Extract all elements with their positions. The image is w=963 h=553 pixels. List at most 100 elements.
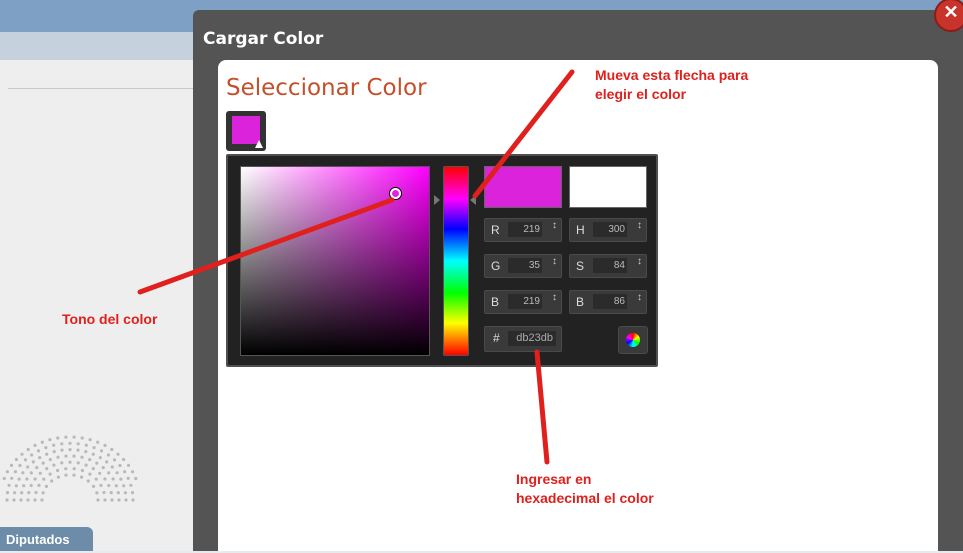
tab-diputados[interactable]: Diputados [0,527,93,551]
seat-dot [35,466,39,470]
seat-dot [92,446,96,450]
seat-dot [117,498,121,502]
seat-dot [95,461,99,465]
seat-dot [76,448,80,452]
seat-dot [72,454,76,458]
seat-dot [44,484,49,488]
seat-dot [33,477,37,481]
seat-dot [110,447,114,452]
spinner-icon[interactable]: ↕ [637,220,642,231]
seat-dot [36,449,41,453]
seat-dot [33,498,37,502]
seat-dot [115,471,119,475]
seat-dot [131,470,135,474]
brightness-value-input[interactable]: 86 [593,294,627,309]
seat-dot [103,477,107,481]
seat-dot [5,491,10,495]
spinner-icon[interactable]: ↕ [552,220,557,231]
seat-dot [9,463,14,467]
green-field[interactable]: G 35 ↕ [484,254,562,278]
saturation-value-field[interactable] [240,166,430,356]
seat-dot [126,476,130,480]
brightness-label: B [576,295,585,309]
color-wheel-icon [626,333,640,347]
seat-dot [126,463,131,467]
seat-dot [52,450,56,454]
seat-dot [64,435,68,439]
hue-slider-arrow-right-icon[interactable] [470,195,476,205]
seat-dot [10,476,14,480]
seat-dot [118,463,122,468]
hue-label: H [576,223,585,237]
seat-dot [42,477,46,481]
seat-dot [72,435,76,439]
seat-dot [64,467,68,471]
seat-dot [5,470,9,474]
seat-dot [131,498,135,502]
green-value-input[interactable]: 35 [508,258,542,273]
seat-dot [68,448,72,452]
seat-dot [88,458,92,462]
seat-dot [110,498,114,502]
spinner-icon[interactable]: ↕ [637,256,642,267]
brightness-field[interactable]: B 86 ↕ [569,290,647,314]
color-wheel-button[interactable] [618,326,648,354]
seat-dot [96,498,100,502]
seat-dot [41,491,45,495]
saturation-value-input[interactable]: 84 [593,258,627,273]
color-selector-handle[interactable] [390,188,401,199]
red-field[interactable]: R 219 ↕ [484,218,562,242]
seat-dot [105,460,109,464]
seat-dot [123,491,127,495]
red-value-input[interactable]: 219 [508,222,542,237]
seat-dot [60,442,64,446]
blue-field[interactable]: B 219 ↕ [484,290,562,314]
seat-dot [80,475,84,479]
blue-label: B [491,295,500,309]
hue-field[interactable]: H 300 ↕ [569,218,647,242]
hex-field[interactable]: # db23db [484,326,562,352]
spinner-icon[interactable]: ↕ [637,292,642,303]
seat-dot [110,465,114,469]
seat-dot [116,491,120,495]
seat-dot [107,471,111,475]
annotation-line: Mueva esta flecha para [595,67,749,83]
seat-dot [92,484,96,488]
hue-value-input[interactable]: 300 [593,222,627,237]
seat-dot [80,436,84,440]
seat-dot [91,452,95,456]
seat-dot [84,450,88,454]
color-swatch-button[interactable] [226,111,266,151]
hue-slider-arrow-left-icon[interactable] [434,195,440,205]
saturation-field[interactable]: S 84 ↕ [569,254,647,278]
close-icon[interactable]: ✕ [936,0,963,30]
hue-slider[interactable] [443,166,469,356]
annotation-line: elegir el color [595,86,687,102]
current-color-preview[interactable] [569,166,647,208]
seat-dot [33,443,37,447]
seat-dot [45,467,49,471]
seat-dot [124,498,128,502]
saturation-label: S [576,259,585,273]
seat-dot [44,446,48,450]
seat-dot [38,456,42,460]
seat-dot [109,491,113,495]
seat-dot [20,452,24,456]
dialog-title: Cargar Color [203,29,324,49]
seat-dot [122,484,126,488]
seat-dot [22,484,26,488]
blue-value-input[interactable]: 219 [508,294,542,309]
selected-color-preview [232,116,260,144]
spinner-icon[interactable]: ↕ [552,292,557,303]
hex-value-input[interactable]: db23db [508,331,556,346]
seat-dot [95,491,99,495]
seat-dot [18,463,22,468]
seat-dot [123,470,127,474]
spinner-icon[interactable]: ↕ [552,256,557,267]
annotation-hue-hint: Mueva esta flecha para elegir el color [595,66,748,104]
seat-dot [96,440,100,444]
seat-dot [26,498,30,502]
seat-dot [7,483,11,487]
seat-dot [23,458,28,462]
seat-dot [19,498,23,502]
